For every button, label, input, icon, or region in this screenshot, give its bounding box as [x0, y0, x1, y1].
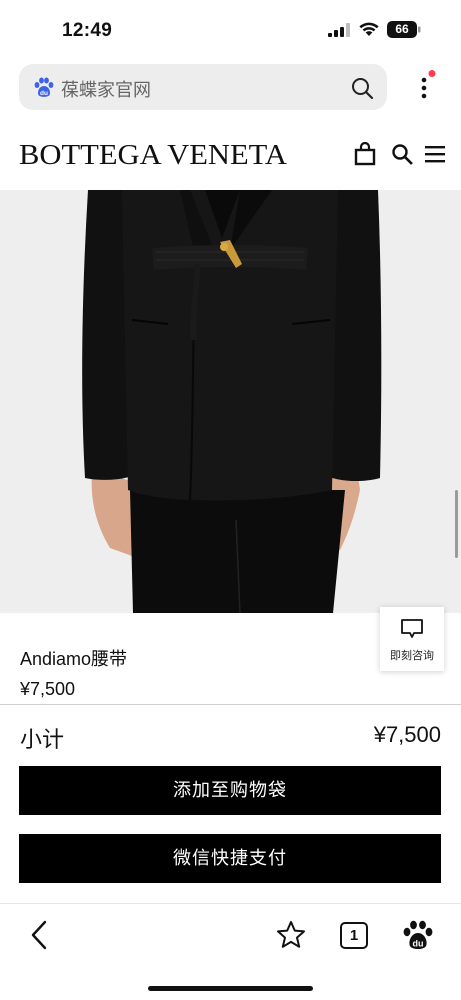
chat-bubble-icon	[401, 619, 423, 638]
shopping-bag-icon[interactable]	[354, 142, 376, 166]
product-price: ¥7,500	[20, 679, 76, 699]
back-chevron-icon[interactable]	[27, 919, 51, 951]
wechat-pay-button[interactable]: 微信快捷支付	[19, 834, 441, 883]
battery-level: 66	[395, 22, 409, 36]
signal-icon	[328, 23, 350, 37]
address-text: 葆蝶家官网	[61, 80, 151, 100]
brand-logo[interactable]: BOTTEGA VENETA	[19, 136, 289, 170]
address-field[interactable]: du 葆蝶家官网	[19, 64, 387, 110]
browser-address-bar: du 葆蝶家官网	[0, 60, 461, 120]
svg-text:du: du	[40, 90, 48, 97]
more-menu-icon[interactable]	[412, 70, 438, 104]
divider	[0, 704, 461, 705]
home-indicator	[148, 986, 313, 991]
search-icon[interactable]	[391, 143, 413, 165]
logo-text: BOTTEGA VENETA	[19, 139, 287, 170]
baidu-paw-icon[interactable]: du	[402, 919, 434, 951]
status-bar: 12:49 66	[0, 0, 461, 60]
subtotal-label: 小计	[20, 727, 65, 752]
baidu-paw-icon: du	[34, 77, 54, 97]
hamburger-menu-icon[interactable]	[424, 144, 446, 164]
site-header: BOTTEGA VENETA	[0, 120, 461, 190]
consult-button[interactable]: 即刻咨询	[380, 607, 444, 671]
status-time: 12:49	[62, 20, 113, 41]
search-icon[interactable]	[350, 76, 374, 100]
add-to-bag-button[interactable]: 添加至购物袋	[19, 766, 441, 815]
tabs-button[interactable]: 1	[340, 922, 368, 949]
star-icon[interactable]	[275, 920, 307, 950]
product-photo	[0, 190, 461, 613]
product-image[interactable]	[0, 190, 461, 613]
scroll-indicator[interactable]	[455, 490, 458, 558]
subtotal-value: ¥7,500	[373, 722, 441, 747]
browser-bottom-toolbar: 1 du	[0, 903, 461, 1000]
svg-text:du: du	[413, 939, 424, 949]
wifi-icon	[359, 22, 379, 36]
product-name: Andiamo腰带	[20, 649, 128, 669]
tabs-count: 1	[349, 927, 359, 944]
consult-label: 即刻咨询	[390, 650, 434, 662]
